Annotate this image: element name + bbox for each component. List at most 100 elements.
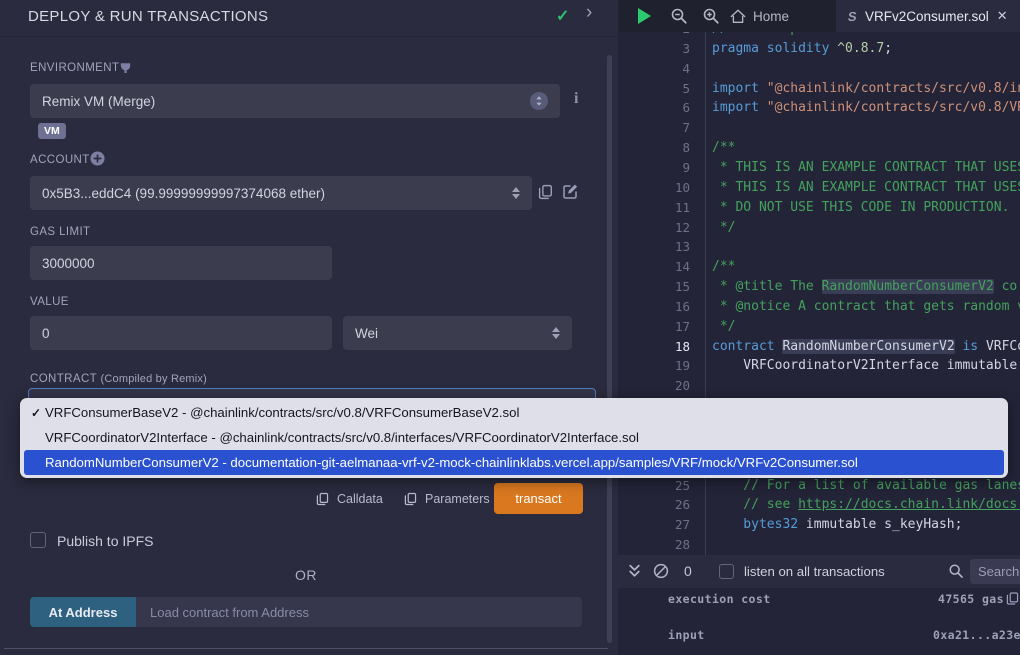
code-line: // see https://docs.chain.link/docs, — [712, 495, 1020, 515]
terminal-search-input[interactable] — [970, 559, 1020, 584]
publish-ipfs-checkbox[interactable] — [30, 532, 46, 548]
code-row: 9 * THIS IS AN EXAMPLE CONTRACT THAT USE… — [618, 158, 1020, 178]
clear-console-ban-icon[interactable] — [653, 563, 669, 579]
code-line: bytes32 immutable s_keyHash; — [712, 515, 962, 535]
contract-sublabel: (Compiled by Remix) — [101, 373, 208, 385]
line-number: 9 — [618, 158, 690, 178]
collapse-terminal-icon[interactable] — [628, 564, 641, 579]
contract-option[interactable]: VRFCoordinatorV2Interface - @chainlink/c… — [20, 425, 1008, 450]
code-line: */ — [712, 317, 735, 337]
option-check-icon: ✓ — [31, 406, 45, 420]
environment-info-icon[interactable]: i — [574, 90, 578, 108]
value-label: VALUE — [30, 296, 69, 308]
listen-all-transactions-label: listen on all transactions — [744, 564, 885, 579]
environment-label: ENVIRONMENT — [30, 62, 119, 74]
zoom-in-icon[interactable] — [702, 7, 720, 25]
publish-ipfs-label: Publish to IPFS — [57, 533, 154, 549]
panel-title: DEPLOY & RUN TRANSACTIONS — [28, 8, 268, 25]
sign-message-edit-icon[interactable] — [562, 183, 579, 200]
panel-scrollbar[interactable] — [607, 55, 612, 643]
code-line: contract RandomNumberConsumerV2 is VRFCo — [712, 337, 1020, 357]
code-row: 12 */ — [618, 218, 1020, 238]
collapse-panel-chevron-icon[interactable]: › — [586, 2, 592, 24]
line-number: 17 — [618, 317, 690, 337]
contract-option-label: VRFConsumerBaseV2 - @chainlink/contracts… — [45, 405, 519, 420]
header-divider — [0, 36, 618, 37]
copy-account-icon[interactable] — [538, 184, 553, 200]
code-line: */ — [712, 218, 735, 238]
add-account-plus-icon[interactable] — [90, 151, 105, 166]
line-number: 18 — [618, 337, 690, 357]
copy-value-icon[interactable] — [1006, 592, 1019, 605]
code-row: 8/** — [618, 138, 1020, 158]
code-line: * THIS IS AN EXAMPLE CONTRACT THAT USES — [712, 158, 1020, 178]
contract-dropdown: ✓VRFConsumerBaseV2 - @chainlink/contract… — [20, 398, 1008, 478]
zoom-out-icon[interactable] — [670, 7, 688, 25]
environment-value: Remix VM (Merge) — [42, 94, 530, 109]
plug-icon — [118, 58, 133, 74]
transaction-count-badge: 0 — [684, 563, 692, 579]
close-tab-icon[interactable]: ✕ — [997, 8, 1008, 24]
tab-home-label: Home — [753, 9, 789, 24]
tab-vrfv2consumer[interactable]: S VRFv2Consumer.sol ✕ — [836, 0, 1020, 32]
account-select[interactable]: 0x5B3...eddC4 (99.99999999997374068 ethe… — [30, 176, 532, 210]
line-number: 20 — [618, 376, 690, 396]
line-number: 10 — [618, 178, 690, 198]
environment-select[interactable]: Remix VM (Merge) — [30, 84, 560, 118]
line-number: 12 — [618, 218, 690, 238]
code-row: 14/** — [618, 257, 1020, 277]
line-number: 8 — [618, 138, 690, 158]
line-number: 3 — [618, 39, 690, 59]
deploy-run-panel: DEPLOY & RUN TRANSACTIONS ✓ › ENVIRONMEN… — [0, 0, 618, 655]
code-row: 20 — [618, 376, 1020, 396]
account-label: ACCOUNT — [30, 154, 90, 166]
line-number: 14 — [618, 257, 690, 277]
search-icon — [948, 563, 964, 579]
code-row: 26 // see https://docs.chain.link/docs, — [618, 495, 1020, 515]
line-number: 26 — [618, 495, 690, 515]
value-input[interactable] — [30, 316, 332, 350]
run-script-play-icon[interactable] — [638, 8, 651, 24]
terminal-row-value: 0xa21...a23e4 — [933, 628, 1020, 642]
listen-all-transactions-checkbox[interactable] — [719, 564, 734, 579]
code-row: 19 VRFCoordinatorV2Interface immutable — [618, 356, 1020, 376]
code-row: 11 * DO NOT USE THIS CODE IN PRODUCTION. — [618, 198, 1020, 218]
terminal-row-key: execution cost — [668, 592, 771, 606]
code-line: import "@chainlink/contracts/src/v0.8/VR — [712, 98, 1020, 118]
contract-option[interactable]: ✓VRFConsumerBaseV2 - @chainlink/contract… — [20, 400, 1008, 425]
code-row: 18 contract RandomNumberConsumerV2 is VRF… — [618, 337, 1020, 357]
parameters-label[interactable]: Parameters — [425, 492, 490, 506]
select-arrows-circle-icon — [530, 92, 548, 110]
line-number: 16 — [618, 297, 690, 317]
line-number: 5 — [618, 79, 690, 99]
code-row: 13 — [618, 237, 1020, 257]
code-row: 3pragma solidity ^0.8.7; — [618, 39, 1020, 59]
transact-button[interactable]: transact — [494, 483, 583, 514]
home-icon — [730, 9, 746, 24]
line-number: 25 — [618, 476, 690, 496]
terminal-output[interactable]: execution cost47565 gasinput0xa21...a23e… — [618, 588, 1020, 655]
copy-calldata-icon[interactable] — [316, 492, 329, 506]
at-address-button[interactable]: At Address — [30, 597, 136, 627]
gas-limit-input[interactable] — [30, 246, 332, 280]
code-row: 7 — [618, 118, 1020, 138]
at-address-input[interactable] — [136, 597, 582, 627]
line-number: 7 — [618, 118, 690, 138]
line-number: 19 — [618, 356, 690, 376]
contract-option[interactable]: RandomNumberConsumerV2 - documentation-g… — [24, 450, 1004, 475]
compile-success-check-icon: ✓ — [556, 6, 569, 26]
tab-home[interactable]: Home — [730, 0, 789, 32]
line-number: 6 — [618, 98, 690, 118]
code-line: import "@chainlink/contracts/src/v0.8/in — [712, 79, 1020, 99]
code-line: * @title The RandomNumberConsumerV2 co — [712, 277, 1017, 297]
section-divider — [4, 648, 608, 649]
contract-label: CONTRACT (Compiled by Remix) — [30, 373, 207, 385]
copy-parameters-icon[interactable] — [404, 492, 417, 506]
line-number: 28 — [618, 535, 690, 555]
or-label: OR — [0, 567, 612, 583]
solidity-file-icon: S — [847, 9, 858, 24]
line-number: 11 — [618, 198, 690, 218]
code-row: 17 */ — [618, 317, 1020, 337]
value-unit-select[interactable]: Wei — [343, 316, 572, 350]
calldata-label[interactable]: Calldata — [337, 492, 383, 506]
